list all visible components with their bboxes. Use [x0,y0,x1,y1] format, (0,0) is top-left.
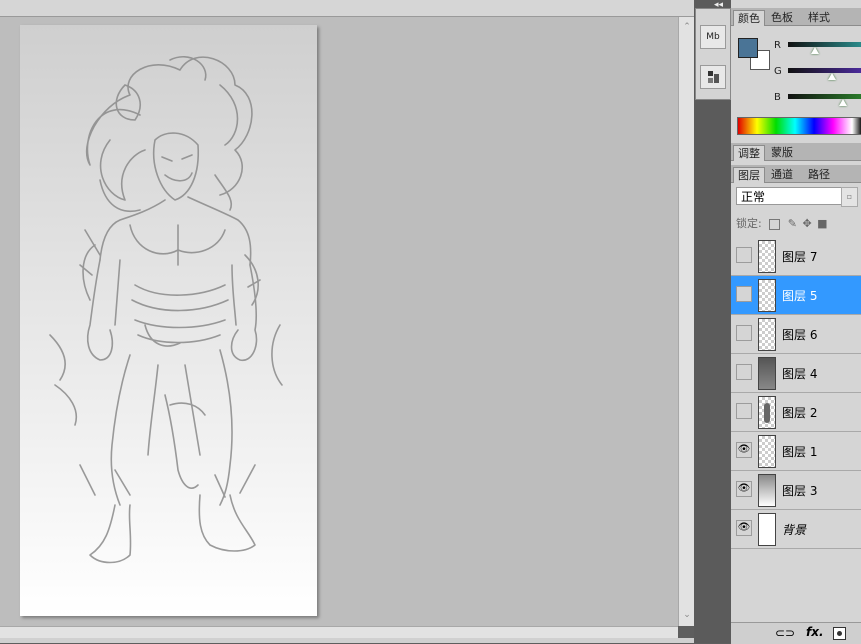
layer-thumbnail [758,396,776,429]
adjust-panel-tabs: 调整 蒙版 [731,143,861,161]
channel-b-label: B [774,92,781,103]
layer-row[interactable]: 👁 图层 1 [731,432,861,471]
layer-name: 图层 6 [782,328,818,342]
link-icon[interactable]: ⊂⊃ [775,626,795,640]
layer-thumbnail [758,435,776,468]
lock-move-icon[interactable]: ✥ [802,217,811,230]
layer-thumbnail [758,240,776,273]
layer-thumbnail [758,474,776,507]
layer-row[interactable]: 👁 图层 3 [731,471,861,510]
tab-masks[interactable]: 蒙版 [767,145,797,160]
eye-icon[interactable]: 👁 [736,442,752,458]
fx-icon[interactable]: fx. [806,625,824,639]
sketch-artwork [49,55,283,564]
visibility-toggle[interactable] [736,364,752,380]
scroll-down-icon[interactable]: ⌄ [680,609,694,621]
tab-styles[interactable]: 样式 [804,10,834,25]
layer-row[interactable]: 图层 4 [731,354,861,393]
vertical-scrollbar[interactable]: ⌃ ⌄ [678,17,695,626]
layer-thumbnail [758,318,776,351]
channel-r-label: R [774,40,781,51]
channel-b-slider[interactable] [788,94,861,99]
layer-name: 图层 4 [782,367,818,381]
foreground-color-swatch[interactable] [738,38,758,58]
document-canvas[interactable] [20,25,317,616]
layer-row[interactable]: 图层 2 [731,393,861,432]
layer-row[interactable]: 图层 5 [731,276,861,315]
mask-icon[interactable] [833,627,846,640]
blend-mode-select[interactable]: 正常 [736,187,846,205]
visibility-toggle[interactable] [736,403,752,419]
tab-paths[interactable]: 路径 [804,167,834,182]
layer-name: 图层 1 [782,445,818,459]
document-tab-bar [0,0,694,17]
layer-comps-icon[interactable] [700,65,726,89]
scroll-up-icon[interactable]: ⌃ [680,21,694,33]
tab-layers[interactable]: 图层 [733,167,765,183]
layer-name: 图层 3 [782,484,818,498]
tab-color[interactable]: 颜色 [733,10,765,26]
layer-row[interactable]: 图层 6 [731,315,861,354]
color-spectrum-bar[interactable] [737,117,861,135]
channel-r-slider[interactable] [788,42,861,47]
layer-name: 图层 7 [782,250,818,264]
mini-bridge-icon[interactable]: Mb [700,25,726,49]
visibility-toggle[interactable] [736,286,752,302]
channel-g-label: G [774,66,782,77]
channel-g-slider[interactable] [788,68,861,73]
layer-row[interactable]: 👁 背景 [731,510,861,549]
lock-label: 锁定: [736,217,762,230]
eye-icon[interactable]: 👁 [736,481,752,497]
color-panel-tabs: 颜色 色板 样式 [731,8,861,26]
layer-name: 背景 [782,523,807,537]
lock-row: 锁定: ✎ ✥ ■ [736,215,828,231]
visibility-toggle[interactable] [736,247,752,263]
layers-panel-footer: ⊂⊃ fx. [731,622,861,644]
channel-g-thumb[interactable] [828,73,836,80]
visibility-toggle[interactable] [736,325,752,341]
eye-icon[interactable]: 👁 [736,520,752,536]
collapsed-panel-icons: Mb [695,8,731,100]
layers-panel-tabs: 图层 通道 路径 [731,165,861,183]
lock-brush-icon[interactable]: ✎ [788,217,797,230]
tab-channels[interactable]: 通道 [767,167,797,182]
tab-adjustments[interactable]: 调整 [733,145,765,161]
channel-b-thumb[interactable] [839,99,847,106]
layer-thumbnail [758,357,776,390]
layer-thumbnail [758,513,776,546]
layer-name: 图层 2 [782,406,818,420]
status-bar [0,638,694,643]
layer-row[interactable]: 图层 7 [731,237,861,276]
tab-swatches[interactable]: 色板 [767,10,797,25]
blend-mode-dropdown-icon[interactable]: ▫ [841,187,858,207]
lock-transparency-icon[interactable] [769,218,781,230]
channel-r-thumb[interactable] [811,47,819,54]
lock-all-icon[interactable]: ■ [817,217,827,230]
layer-thumbnail [758,279,776,312]
layer-name: 图层 5 [782,289,818,303]
